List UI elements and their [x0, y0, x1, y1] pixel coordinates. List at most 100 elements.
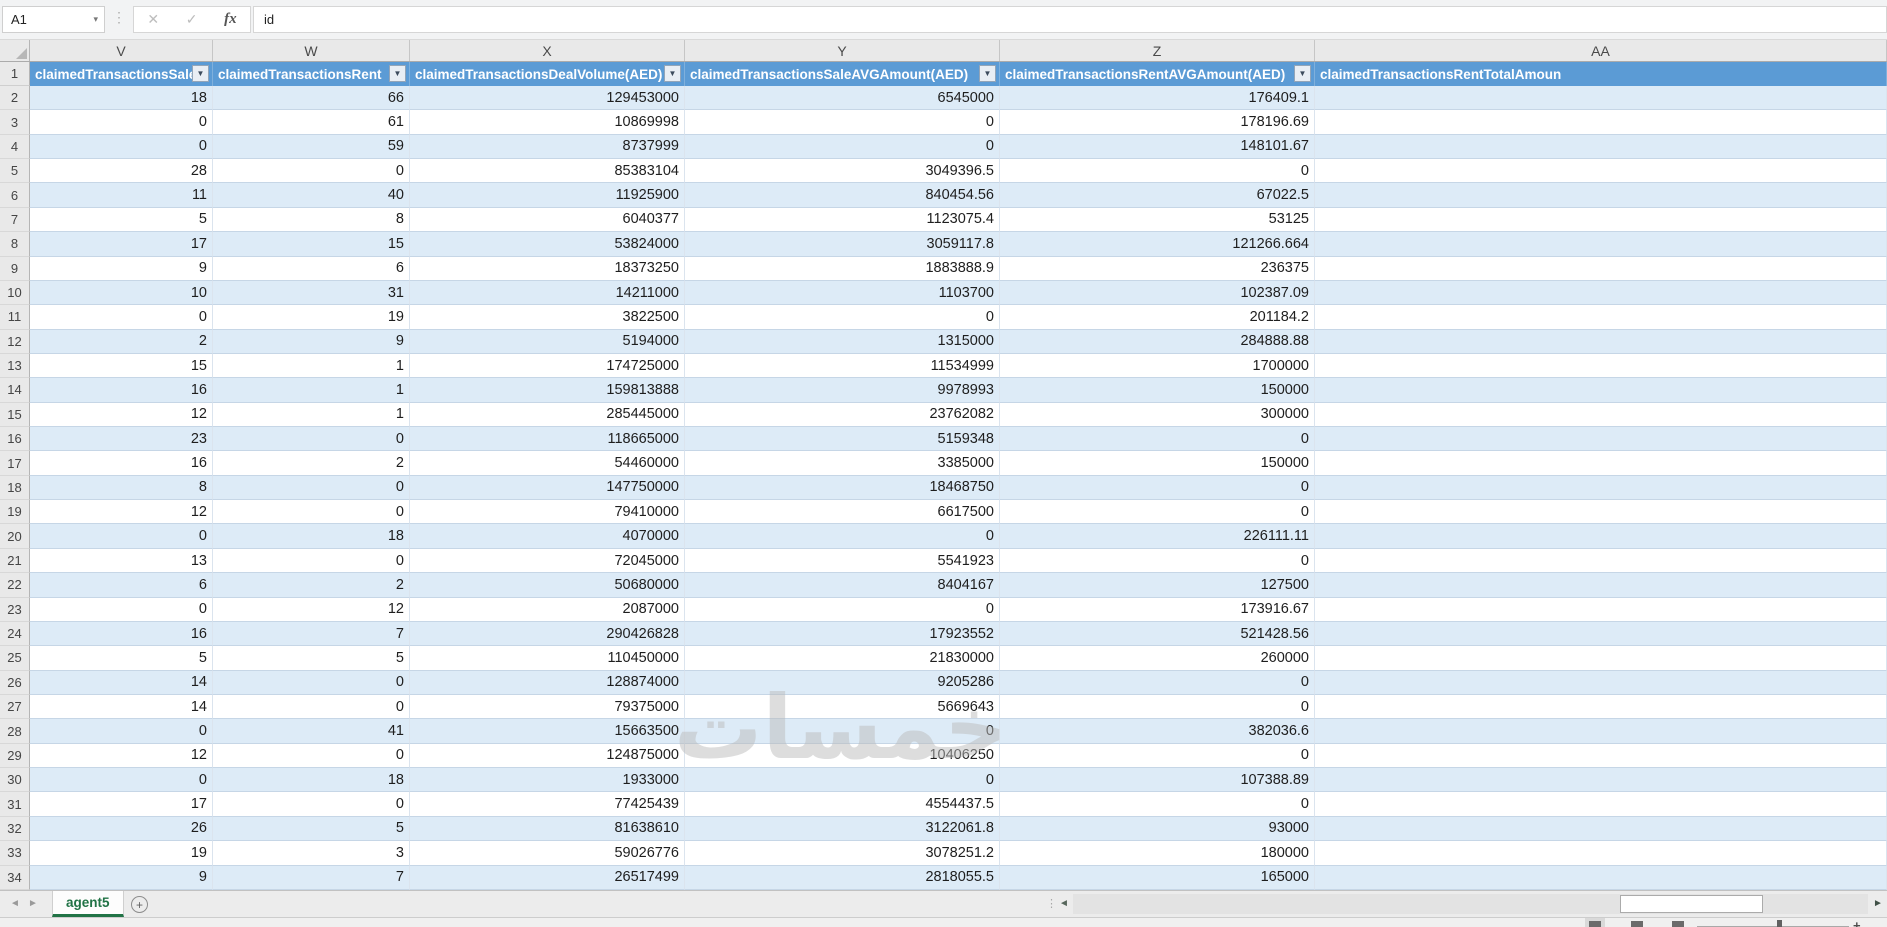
cell-Y29[interactable]: 10406250 — [685, 743, 1000, 769]
cell-AA4[interactable] — [1315, 134, 1887, 160]
header-cell-X[interactable]: claimedTransactionsDealVolume(AED) ▼ — [410, 62, 685, 86]
cell-X22[interactable]: 50680000 — [410, 573, 685, 598]
cell-W28[interactable]: 41 — [213, 719, 410, 744]
cell-X9[interactable]: 18373250 — [410, 256, 685, 281]
row-number[interactable]: 26 — [0, 670, 30, 695]
cell-W9[interactable]: 6 — [213, 256, 410, 281]
row-number[interactable]: 1 — [0, 62, 30, 86]
cell-Y32[interactable]: 3122061.8 — [685, 816, 1000, 842]
cell-Z8[interactable]: 121266.664 — [1000, 232, 1315, 257]
cell-W27[interactable]: 0 — [213, 694, 410, 720]
cell-X2[interactable]: 129453000 — [410, 86, 685, 111]
cell-V16[interactable]: 23 — [30, 427, 213, 452]
cell-AA33[interactable] — [1315, 841, 1887, 866]
cell-AA9[interactable] — [1315, 256, 1887, 281]
cell-V14[interactable]: 16 — [30, 378, 213, 403]
cell-AA2[interactable] — [1315, 86, 1887, 111]
cell-X20[interactable]: 4070000 — [410, 524, 685, 549]
cell-W11[interactable]: 19 — [213, 305, 410, 330]
cell-Y24[interactable]: 17923552 — [685, 621, 1000, 647]
row-number[interactable]: 24 — [0, 621, 30, 647]
cell-X10[interactable]: 14211000 — [410, 280, 685, 306]
cell-W22[interactable]: 2 — [213, 573, 410, 598]
formula-input[interactable]: id — [253, 6, 1887, 33]
row-number[interactable]: 11 — [0, 305, 30, 330]
name-box[interactable]: A1 ▾ — [2, 6, 105, 33]
cell-Z20[interactable]: 226111.11 — [1000, 524, 1315, 549]
cell-Z6[interactable]: 67022.5 — [1000, 183, 1315, 208]
cell-Z14[interactable]: 150000 — [1000, 378, 1315, 403]
cell-V30[interactable]: 0 — [30, 768, 213, 793]
cell-Z4[interactable]: 148101.67 — [1000, 134, 1315, 160]
cell-V18[interactable]: 8 — [30, 475, 213, 501]
cell-Y3[interactable]: 0 — [685, 110, 1000, 135]
cell-AA22[interactable] — [1315, 573, 1887, 598]
cell-Z3[interactable]: 178196.69 — [1000, 110, 1315, 135]
cell-W8[interactable]: 15 — [213, 232, 410, 257]
header-cell-V[interactable]: claimedTransactionsSale ▼ — [30, 62, 213, 86]
cell-V26[interactable]: 14 — [30, 670, 213, 695]
cell-X16[interactable]: 118665000 — [410, 427, 685, 452]
row-number[interactable]: 28 — [0, 719, 30, 744]
column-letter-Z[interactable]: Z — [1000, 40, 1315, 61]
hscroll-left-arrow-icon[interactable]: ◄ — [1059, 898, 1069, 909]
cell-AA16[interactable] — [1315, 427, 1887, 452]
cell-AA34[interactable] — [1315, 865, 1887, 890]
cell-W5[interactable]: 0 — [213, 159, 410, 184]
cell-W2[interactable]: 66 — [213, 86, 410, 111]
row-number[interactable]: 22 — [0, 573, 30, 598]
cell-V8[interactable]: 17 — [30, 232, 213, 257]
cell-AA24[interactable] — [1315, 621, 1887, 647]
cell-Z29[interactable]: 0 — [1000, 743, 1315, 769]
cell-V5[interactable]: 28 — [30, 159, 213, 184]
cell-Z23[interactable]: 173916.67 — [1000, 597, 1315, 622]
cell-Z2[interactable]: 176409.1 — [1000, 86, 1315, 111]
row-number[interactable]: 20 — [0, 524, 30, 549]
cell-V24[interactable]: 16 — [30, 621, 213, 647]
row-number[interactable]: 30 — [0, 768, 30, 793]
cell-V12[interactable]: 2 — [30, 329, 213, 354]
cell-X4[interactable]: 8737999 — [410, 134, 685, 160]
cell-Z18[interactable]: 0 — [1000, 475, 1315, 501]
cell-X12[interactable]: 5194000 — [410, 329, 685, 354]
header-cell-Z[interactable]: claimedTransactionsRentAVGAmount(AED) ▼ — [1000, 62, 1315, 86]
row-number[interactable]: 23 — [0, 597, 30, 622]
cell-V2[interactable]: 18 — [30, 86, 213, 111]
cell-AA25[interactable] — [1315, 646, 1887, 671]
cell-Z32[interactable]: 93000 — [1000, 816, 1315, 842]
cell-Y7[interactable]: 1123075.4 — [685, 207, 1000, 233]
cell-Y19[interactable]: 6617500 — [685, 500, 1000, 525]
row-number[interactable]: 27 — [0, 694, 30, 720]
cell-W25[interactable]: 5 — [213, 646, 410, 671]
cell-X23[interactable]: 2087000 — [410, 597, 685, 622]
cancel-icon[interactable]: ✕ — [147, 11, 159, 28]
cell-Y17[interactable]: 3385000 — [685, 451, 1000, 476]
cell-Y12[interactable]: 1315000 — [685, 329, 1000, 354]
view-normal-icon[interactable] — [1585, 918, 1605, 927]
cell-V29[interactable]: 12 — [30, 743, 213, 769]
zoom-slider-handle[interactable] — [1777, 920, 1782, 927]
cell-Y6[interactable]: 840454.56 — [685, 183, 1000, 208]
cell-W7[interactable]: 8 — [213, 207, 410, 233]
row-number[interactable]: 25 — [0, 646, 30, 671]
hscroll-track[interactable] — [1073, 894, 1868, 914]
cell-X32[interactable]: 81638610 — [410, 816, 685, 842]
cell-X6[interactable]: 11925900 — [410, 183, 685, 208]
cell-Z28[interactable]: 382036.6 — [1000, 719, 1315, 744]
cell-W14[interactable]: 1 — [213, 378, 410, 403]
cell-W16[interactable]: 0 — [213, 427, 410, 452]
cell-Z16[interactable]: 0 — [1000, 427, 1315, 452]
cell-Y21[interactable]: 5541923 — [685, 548, 1000, 574]
row-number[interactable]: 34 — [0, 865, 30, 890]
cell-Y30[interactable]: 0 — [685, 768, 1000, 793]
cell-V23[interactable]: 0 — [30, 597, 213, 622]
row-number[interactable]: 8 — [0, 232, 30, 257]
cell-Y5[interactable]: 3049396.5 — [685, 159, 1000, 184]
cell-Z13[interactable]: 1700000 — [1000, 353, 1315, 379]
cell-Z21[interactable]: 0 — [1000, 548, 1315, 574]
cell-Y34[interactable]: 2818055.5 — [685, 865, 1000, 890]
cell-V3[interactable]: 0 — [30, 110, 213, 135]
cell-AA14[interactable] — [1315, 378, 1887, 403]
cell-W26[interactable]: 0 — [213, 670, 410, 695]
cell-X26[interactable]: 128874000 — [410, 670, 685, 695]
